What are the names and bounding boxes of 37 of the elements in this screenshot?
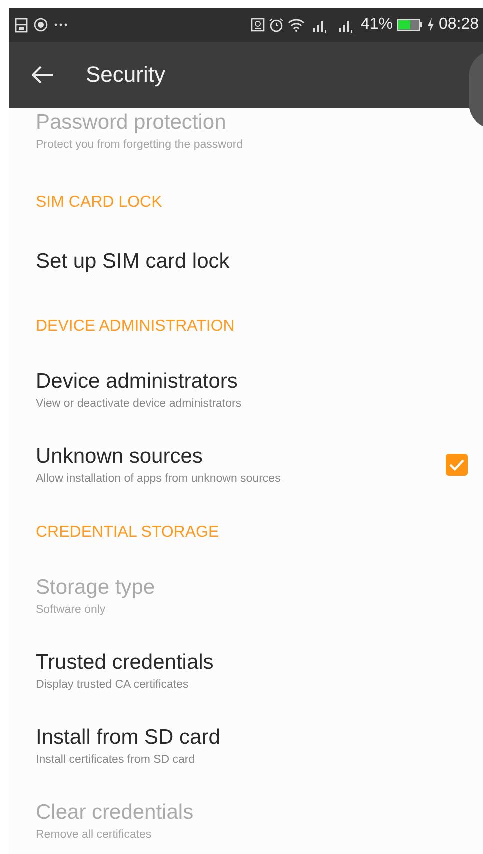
clock-time: 08:28 <box>438 16 479 34</box>
item-title: Trusted credentials <box>36 650 214 676</box>
alarm-icon <box>268 18 284 32</box>
settings-item[interactable]: Unknown sources Allow installation of apps from unknown sources <box>36 427 483 502</box>
back-arrow-icon[interactable] <box>32 66 54 84</box>
more-dots-icon <box>54 23 68 27</box>
settings-item[interactable]: Device administrators View or deactivate device administrators <box>36 352 483 427</box>
record-icon <box>34 18 48 32</box>
item-title: Install from SD card <box>36 725 220 751</box>
battery-icon <box>396 19 423 31</box>
wifi-icon <box>288 18 305 32</box>
item-title: Unknown sources <box>36 444 204 470</box>
item-summary: Software only <box>36 604 107 616</box>
settings-item[interactable]: Trusted credentials Display trusted CA certificates <box>36 633 483 708</box>
toolbar-title: Security <box>86 62 166 88</box>
screenshot-icon <box>250 18 265 32</box>
item-summary: View or deactivate device administrators <box>36 398 242 410</box>
item-title: Clear credentials <box>36 800 194 826</box>
item-title: Storage type <box>36 575 156 601</box>
section-header: DEVICE ADMINISTRATION <box>36 317 236 337</box>
item-title: Password protection <box>36 110 228 136</box>
settings-item[interactable]: Install from SD card Install certificates from SD card <box>36 708 483 783</box>
sim-card-icon <box>15 18 28 32</box>
section-header: SIM CARD LOCK <box>36 193 164 213</box>
item-summary: Install certificates from SD card <box>36 754 196 766</box>
item-summary: Display trusted CA certificates <box>36 679 190 691</box>
item-title: Device administrators <box>36 369 239 395</box>
charging-icon <box>426 18 435 32</box>
checkbox[interactable] <box>446 454 468 476</box>
item-summary: Protect you from forgetting the password <box>36 139 244 151</box>
battery-percentage: 41% <box>360 16 393 34</box>
item-summary: Allow installation of apps from unknown sources <box>36 473 281 485</box>
settings-item[interactable]: Set up SIM card lock <box>36 228 483 296</box>
check-icon <box>449 458 465 470</box>
section-header: CREDENTIAL STORAGE <box>36 523 220 543</box>
item-summary: Remove all certificates <box>36 829 153 841</box>
item-title: Set up SIM card lock <box>36 249 230 275</box>
